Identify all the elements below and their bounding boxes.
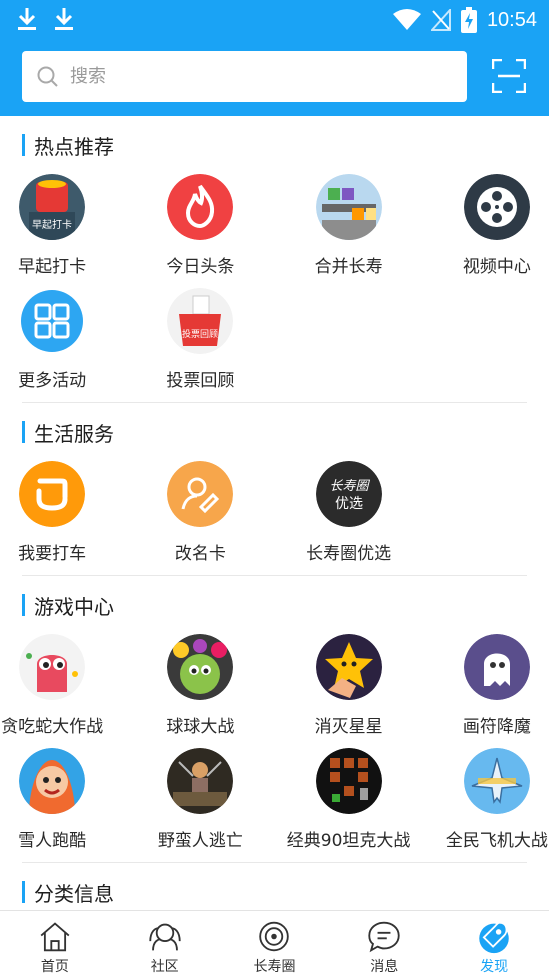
- game-talisman[interactable]: 画符降魔: [423, 634, 549, 748]
- section-hot: 热点推荐: [0, 116, 549, 174]
- flame-icon: [167, 174, 234, 240]
- discover-content: 热点推荐 早起打卡 早起打卡 今日头条 合并长寿 视频中心 更多活动 投票回顾 …: [0, 116, 549, 910]
- circle-target-icon: [259, 921, 290, 952]
- games-grid: 贪吃蛇大作战 球球大战 消灭星星 画符降魔 雪人跑酷 野蛮人逃亡 经典90坦克大…: [0, 634, 549, 862]
- grid-apps-icon: [21, 290, 84, 352]
- checkin-redpacket-icon: 早起打卡: [19, 174, 86, 240]
- app-header: 10:54: [0, 0, 549, 116]
- tab-messages[interactable]: 消息: [329, 911, 439, 976]
- star-game-icon: [315, 634, 382, 700]
- item-label: 野蛮人逃亡: [157, 831, 243, 851]
- hot-grid: 早起打卡 早起打卡 今日头条 合并长寿 视频中心 更多活动 投票回顾 投票回顾: [0, 174, 549, 402]
- item-label: 我要打车: [18, 544, 87, 564]
- ghost-icon: [463, 634, 530, 700]
- status-bar: 10:54: [0, 0, 549, 40]
- item-label: 早起打卡: [18, 257, 87, 277]
- scan-qr-icon[interactable]: [492, 59, 526, 93]
- ball-battle-icon: [167, 634, 234, 700]
- item-label: 贪吃蛇大作战: [1, 717, 104, 737]
- home-icon: [40, 922, 70, 952]
- item-label: 今日头条: [166, 257, 235, 277]
- download-icon: [55, 8, 73, 30]
- merge-game-icon: [315, 174, 382, 240]
- game-pop-star[interactable]: 消灭星星: [275, 634, 423, 748]
- item-toutiao[interactable]: 今日头条: [126, 174, 274, 288]
- section-games: 游戏中心: [0, 576, 549, 634]
- item-label: 改名卡: [174, 544, 226, 564]
- community-icon: [149, 923, 181, 951]
- barbarian-icon: [167, 748, 234, 814]
- clock: 10:54: [486, 8, 537, 31]
- tab-label: 发现: [480, 959, 509, 975]
- item-label: 投票回顾: [166, 371, 235, 391]
- game-balls[interactable]: 球球大战: [126, 634, 274, 748]
- search-icon: [37, 66, 58, 87]
- item-video-center[interactable]: 视频中心: [423, 174, 549, 288]
- fighter-jet-icon: [463, 748, 530, 814]
- tab-longevity-circle[interactable]: 长寿圈: [220, 911, 330, 976]
- tab-community[interactable]: 社区: [110, 911, 220, 976]
- item-rename-card[interactable]: 改名卡: [126, 461, 274, 575]
- rocket-icon: [479, 921, 509, 954]
- section-title: 游戏中心: [22, 576, 527, 634]
- item-label: 合并长寿: [314, 257, 383, 277]
- item-label: 全民飞机大战: [445, 831, 548, 851]
- battery-charging-icon: [460, 7, 477, 33]
- tab-label: 消息: [370, 959, 399, 975]
- item-longevity-select[interactable]: 长寿圈 优选 长寿圈优选: [275, 461, 423, 575]
- rename-pen-icon: [167, 461, 234, 527]
- wifi-icon: [392, 9, 421, 30]
- didi-icon: [19, 461, 86, 527]
- item-label: 经典90坦克大战: [286, 831, 411, 851]
- item-label: 画符降魔: [462, 717, 531, 737]
- tank-pixel-icon: [315, 748, 382, 814]
- checkin-icon-text: 早起打卡: [32, 218, 72, 231]
- game-plane-war[interactable]: 全民飞机大战: [423, 748, 549, 862]
- item-label: 长寿圈优选: [306, 544, 392, 564]
- item-label: 雪人跑酷: [18, 831, 87, 851]
- section-life: 生活服务: [0, 403, 549, 461]
- tab-home[interactable]: 首页: [0, 911, 110, 976]
- item-label: 球球大战: [166, 717, 235, 737]
- tab-discover[interactable]: 发现: [439, 911, 549, 976]
- search-bar[interactable]: [22, 51, 467, 102]
- tab-label: 长寿圈: [253, 959, 296, 975]
- game-tank-90[interactable]: 经典90坦克大战: [275, 748, 423, 862]
- section-title: 分类信息: [22, 863, 527, 910]
- bottom-tab-bar: 首页 社区 长寿圈 消息 发现: [0, 910, 549, 976]
- logo-text-line2: 优选: [335, 496, 363, 512]
- item-label: 视频中心: [462, 257, 531, 277]
- game-snake[interactable]: 贪吃蛇大作战: [0, 634, 126, 748]
- item-label: 消灭星星: [314, 717, 383, 737]
- section-title: 生活服务: [22, 403, 527, 461]
- search-input[interactable]: [70, 66, 450, 87]
- item-taxi[interactable]: 我要打车: [0, 461, 126, 575]
- item-label: 更多活动: [18, 371, 87, 391]
- life-grid: 我要打车 改名卡 长寿圈 优选 长寿圈优选: [0, 461, 549, 575]
- game-barbarian-escape[interactable]: 野蛮人逃亡: [126, 748, 274, 862]
- longevity-select-logo-icon: 长寿圈 优选: [315, 461, 382, 527]
- snowman-runner-icon: [19, 748, 86, 814]
- section-category: 分类信息: [0, 863, 549, 910]
- tab-label: 首页: [40, 959, 69, 975]
- item-vote-review[interactable]: 投票回顾 投票回顾: [126, 288, 274, 402]
- ballot-box-icon: 投票回顾: [167, 288, 234, 354]
- snake-game-icon: [19, 634, 86, 700]
- section-title: 热点推荐: [22, 116, 527, 174]
- item-merge-longevity[interactable]: 合并长寿: [275, 174, 423, 288]
- no-signal-icon: [430, 9, 451, 31]
- item-more-activities[interactable]: 更多活动: [0, 288, 126, 402]
- logo-text-line1: 长寿圈: [329, 479, 370, 494]
- game-snowman-run[interactable]: 雪人跑酷: [0, 748, 126, 862]
- item-morning-checkin[interactable]: 早起打卡 早起打卡: [0, 174, 126, 288]
- tab-label: 社区: [150, 959, 179, 975]
- film-reel-icon: [463, 174, 530, 240]
- chat-bubble-icon: [368, 921, 400, 953]
- download-icon: [18, 8, 36, 30]
- vote-icon-text: 投票回顾: [182, 328, 218, 340]
